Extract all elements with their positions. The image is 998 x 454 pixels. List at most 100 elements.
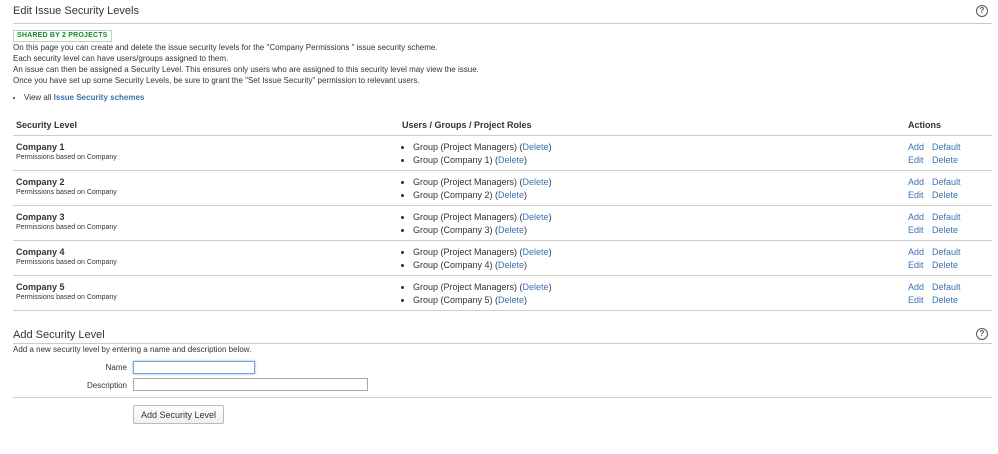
permissions-list: Group (Project Managers) (Delete) Group … <box>402 246 902 271</box>
security-levels-table: Security Level Users / Groups / Project … <box>13 120 992 311</box>
permission-close: ) <box>548 282 552 292</box>
add-security-level-section: Add Security Level ? Add a new security … <box>13 328 992 428</box>
security-level-description: Permissions based on Company <box>16 259 117 266</box>
actions-cell: Add Default Edit Delete <box>905 240 992 276</box>
default-link[interactable]: Default <box>932 142 961 152</box>
add-section-title: Add Security Level <box>13 329 105 341</box>
add-security-level-button[interactable]: Add Security Level <box>133 405 225 424</box>
delete-link[interactable]: Delete <box>932 190 958 200</box>
permission-item: Group (Project Managers) (Delete) <box>413 281 902 294</box>
name-label: Name <box>105 363 127 372</box>
security-level-name: Company 4 <box>16 247 65 257</box>
intro-text-1: On this page you can create and delete t… <box>13 42 992 64</box>
security-level-name: Company 2 <box>16 177 65 187</box>
delete-permission-link[interactable]: Delete <box>498 190 524 200</box>
permissions-list: Group (Project Managers) (Delete) Group … <box>402 176 902 201</box>
page-title: Edit Issue Security Levels <box>13 5 139 17</box>
delete-permission-link[interactable]: Delete <box>523 282 549 292</box>
permission-text: Group (Project Managers) ( <box>413 212 523 222</box>
table-header-row: Security Level Users / Groups / Project … <box>13 120 992 136</box>
default-link[interactable]: Default <box>932 212 961 222</box>
permission-item: Group (Project Managers) (Delete) <box>413 176 902 189</box>
name-input[interactable] <box>133 361 255 374</box>
security-level-name: Company 5 <box>16 282 65 292</box>
delete-permission-link[interactable]: Delete <box>523 212 549 222</box>
edit-link[interactable]: Edit <box>908 189 932 202</box>
delete-permission-link[interactable]: Delete <box>523 177 549 187</box>
edit-link[interactable]: Edit <box>908 224 932 237</box>
delete-link[interactable]: Delete <box>932 225 958 235</box>
edit-link[interactable]: Edit <box>908 294 932 307</box>
delete-permission-link[interactable]: Delete <box>523 247 549 257</box>
permissions-list: Group (Project Managers) (Delete) Group … <box>402 281 902 306</box>
question-circle-icon[interactable]: ? <box>976 328 988 340</box>
intro-line-1: On this page you can create and delete t… <box>13 43 438 52</box>
permission-close: ) <box>548 212 552 222</box>
delete-permission-link[interactable]: Delete <box>498 155 524 165</box>
permission-item: Group (Company 1) (Delete) <box>413 154 902 167</box>
permission-text: Group (Company 5) ( <box>413 294 499 305</box>
description-form-row: Description <box>13 378 992 395</box>
security-level-cell: Company 5 Permissions based on Company <box>13 275 399 311</box>
view-all-list: View all Issue Security schemes <box>13 92 992 103</box>
permission-text: Group (Project Managers) ( <box>413 282 523 292</box>
permission-close: ) <box>524 189 528 200</box>
delete-permission-link[interactable]: Delete <box>523 142 549 152</box>
question-circle-icon[interactable]: ? <box>976 5 988 17</box>
actions-cell: Add Default Edit Delete <box>905 205 992 241</box>
intro-text-2: An issue can then be assigned a Security… <box>13 65 479 74</box>
add-link[interactable]: Add <box>908 141 932 154</box>
delete-link[interactable]: Delete <box>932 260 958 270</box>
delete-link[interactable]: Delete <box>932 155 958 165</box>
add-link[interactable]: Add <box>908 176 932 189</box>
name-form-row: Name <box>13 360 992 377</box>
shared-by-projects-badge[interactable]: SHARED BY 2 PROJECTS <box>13 30 112 42</box>
permission-close: ) <box>548 177 552 187</box>
permissions-cell: Group (Project Managers) (Delete) Group … <box>399 275 905 311</box>
edit-link[interactable]: Edit <box>908 154 932 167</box>
permission-item: Group (Project Managers) (Delete) <box>413 211 902 224</box>
table-row: Company 4 Permissions based on Company G… <box>13 240 992 276</box>
actions-cell: Add Default Edit Delete <box>905 135 992 171</box>
view-all-prefix: View all <box>24 93 52 102</box>
actions-cell: Add Default Edit Delete <box>905 170 992 206</box>
delete-permission-link[interactable]: Delete <box>498 225 524 235</box>
add-section-description: Add a new security level by entering a n… <box>13 345 252 354</box>
security-level-description: Permissions based on Company <box>16 189 117 196</box>
add-link[interactable]: Add <box>908 211 932 224</box>
permission-close: ) <box>548 142 552 152</box>
default-link[interactable]: Default <box>932 247 961 257</box>
permission-item: Group (Company 5) (Delete) <box>413 294 902 307</box>
permission-text: Group (Company 2) ( <box>413 189 499 200</box>
intro-line-2: Each security level can have users/group… <box>13 54 229 63</box>
delete-permission-link[interactable]: Delete <box>498 260 524 270</box>
security-level-cell: Company 4 Permissions based on Company <box>13 240 399 276</box>
security-level-name: Company 1 <box>16 142 65 152</box>
column-header-users-groups: Users / Groups / Project Roles <box>399 120 905 136</box>
add-link[interactable]: Add <box>908 246 932 259</box>
table-row: Company 1 Permissions based on Company G… <box>13 135 992 171</box>
actions-cell: Add Default Edit Delete <box>905 275 992 311</box>
add-link[interactable]: Add <box>908 281 932 294</box>
description-input[interactable] <box>133 378 368 391</box>
permissions-cell: Group (Project Managers) (Delete) Group … <box>399 240 905 276</box>
default-link[interactable]: Default <box>932 177 961 187</box>
permission-item: Group (Company 2) (Delete) <box>413 189 902 202</box>
security-level-cell: Company 3 Permissions based on Company <box>13 205 399 241</box>
view-all-item: View all Issue Security schemes <box>24 92 992 103</box>
permissions-list: Group (Project Managers) (Delete) Group … <box>402 141 902 166</box>
default-link[interactable]: Default <box>932 282 961 292</box>
permissions-cell: Group (Project Managers) (Delete) Group … <box>399 135 905 171</box>
page-content: Edit Issue Security Levels ? SHARED BY 2… <box>13 0 992 428</box>
issue-security-schemes-link[interactable]: Issue Security schemes <box>54 93 145 102</box>
permission-text: Group (Company 1) ( <box>413 154 499 165</box>
edit-link[interactable]: Edit <box>908 259 932 272</box>
permission-item: Group (Company 4) (Delete) <box>413 259 902 272</box>
delete-link[interactable]: Delete <box>932 295 958 305</box>
delete-permission-link[interactable]: Delete <box>498 295 524 305</box>
security-level-description: Permissions based on Company <box>16 294 117 301</box>
table-row: Company 2 Permissions based on Company G… <box>13 170 992 206</box>
permission-close: ) <box>548 247 552 257</box>
permissions-cell: Group (Project Managers) (Delete) Group … <box>399 170 905 206</box>
page-header: Edit Issue Security Levels ? <box>13 4 992 24</box>
